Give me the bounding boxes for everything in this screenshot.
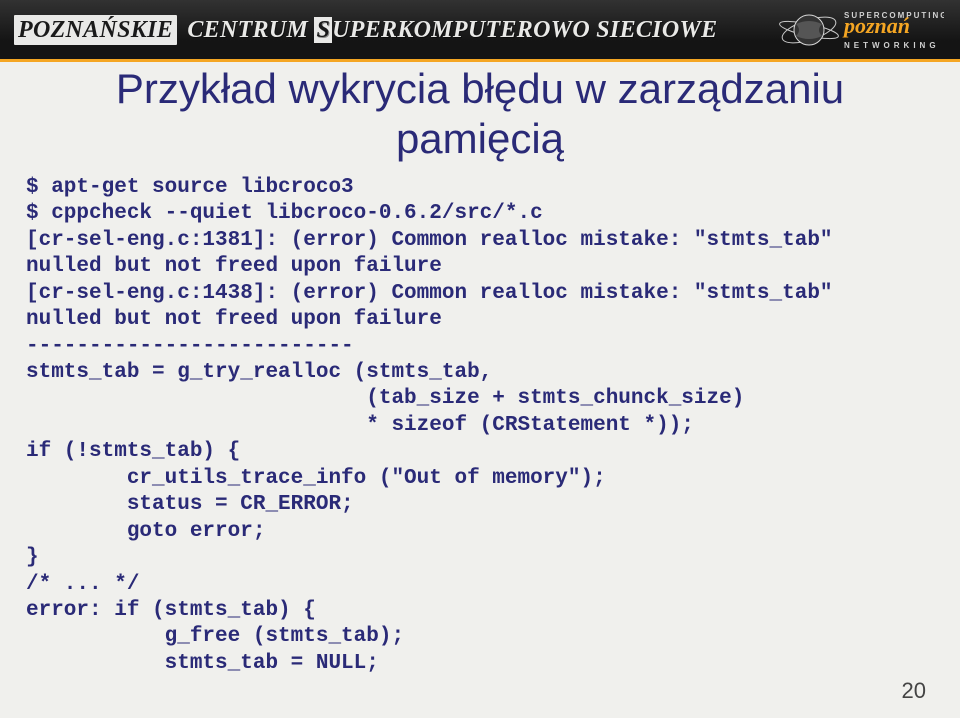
content-area: Przykład wykrycia błędu w zarządzaniu pa… (26, 56, 934, 677)
slide: POZNAŃSKIE CENTRUM SUPERKOMPUTEROWO SIEC… (0, 0, 960, 718)
code-block: $ apt-get source libcroco3 $ cppcheck --… (26, 175, 934, 678)
page-number: 20 (902, 678, 926, 704)
slide-title: Przykład wykrycia błędu w zarządzaniu pa… (26, 64, 934, 165)
org-name: POZNAŃSKIE CENTRUM SUPERKOMPUTEROWO SIEC… (14, 18, 717, 42)
org-rest: CENTRUM SUPERKOMPUTEROWO SIECIOWE (181, 17, 717, 43)
svg-text:poznań: poznań (842, 13, 910, 38)
org-box: POZNAŃSKIE (14, 15, 177, 45)
logo-text-bottom: NETWORKING (844, 41, 940, 50)
pcss-logo: SUPERCOMPUTING poznań NETWORKING (764, 0, 944, 60)
header-bar: POZNAŃSKIE CENTRUM SUPERKOMPUTEROWO SIEC… (0, 0, 960, 62)
